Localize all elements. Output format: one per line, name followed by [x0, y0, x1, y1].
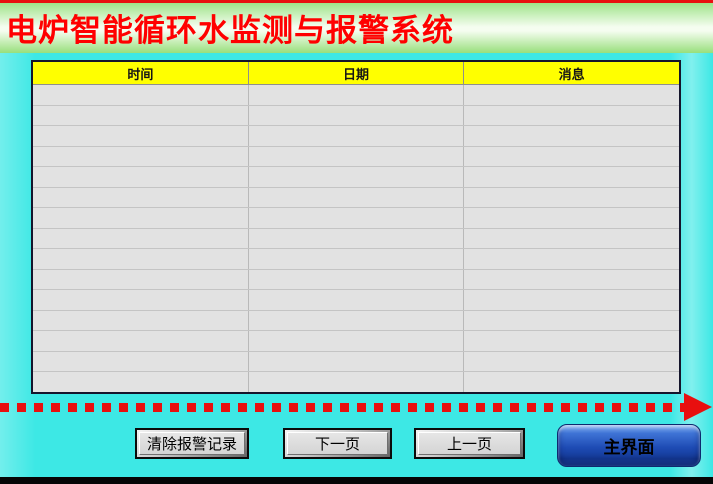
- dashed-line: [0, 403, 684, 412]
- next-page-label: 下一页: [287, 432, 388, 455]
- clear-alarm-records-button[interactable]: 清除报警记录: [135, 428, 249, 459]
- table-row: [33, 166, 679, 187]
- table-cell: [33, 228, 249, 249]
- table-cell: [249, 331, 465, 351]
- table-header-cell: 时间: [33, 62, 249, 84]
- clear-alarm-records-label: 清除报警记录: [139, 432, 245, 455]
- previous-page-label: 上一页: [418, 432, 521, 455]
- table-cell: [464, 147, 679, 167]
- table-row: [33, 350, 679, 372]
- table-cell: [249, 269, 465, 290]
- table-cell: [464, 270, 679, 290]
- table-cell: [33, 85, 249, 105]
- table-row: [33, 125, 679, 146]
- table-cell: [249, 187, 465, 208]
- table-cell: [33, 208, 249, 228]
- table-cell: [33, 126, 249, 146]
- table-cell: [464, 85, 679, 105]
- table-cell: [464, 249, 679, 269]
- table-cell: [464, 352, 679, 372]
- table-row: [33, 207, 679, 228]
- table-cell: [464, 311, 679, 331]
- table-cell: [33, 187, 249, 208]
- bottom-bar: [0, 477, 713, 484]
- table-row: [33, 227, 679, 249]
- page-title: 电炉智能循环水监测与报警系统: [6, 13, 454, 49]
- table-header-cell: 消息: [558, 67, 585, 83]
- table-cell: [464, 290, 679, 310]
- table-cell: [33, 269, 249, 290]
- table-cell: [249, 85, 465, 105]
- table-cell: [464, 167, 679, 187]
- table-row: [33, 268, 679, 290]
- title-banner: 电炉智能循环水监测与报警系统: [0, 0, 713, 53]
- table-cell: [33, 249, 249, 269]
- next-page-button[interactable]: 下一页: [283, 428, 392, 459]
- alarm-screen: 电炉智能循环水监测与报警系统 时间 日期 消息 清除报警记录 下一页 上一页 主界面: [0, 0, 713, 484]
- table-row: [33, 371, 679, 392]
- main-screen-button[interactable]: 主界面: [557, 424, 701, 467]
- table-cell: [33, 290, 249, 310]
- table-cell: [249, 208, 465, 228]
- table-row: [33, 186, 679, 208]
- table-cell: [33, 105, 249, 126]
- table-cell: [249, 310, 465, 331]
- table-cell: [464, 106, 679, 126]
- table-cell: [249, 167, 465, 187]
- table-cell: [249, 351, 465, 372]
- previous-page-button[interactable]: 上一页: [414, 428, 525, 459]
- table-cell: [249, 372, 465, 392]
- table-cell: [33, 331, 249, 351]
- table-body: [33, 85, 679, 392]
- alarm-table: 时间 日期 消息: [31, 60, 681, 394]
- table-cell: [464, 331, 679, 351]
- table-row: [33, 289, 679, 310]
- table-cell: [249, 126, 465, 146]
- table-header-cell: 日期: [249, 62, 465, 84]
- table-row: [33, 104, 679, 126]
- table-cell: [33, 146, 249, 167]
- table-cell: [249, 105, 465, 126]
- table-header-row: 时间 日期 消息: [33, 62, 679, 85]
- table-row: [33, 85, 679, 105]
- table-row: [33, 309, 679, 331]
- table-cell: [33, 351, 249, 372]
- table-cell: [249, 290, 465, 310]
- table-cell: [33, 372, 249, 392]
- table-cell: [464, 208, 679, 228]
- table-cell: [464, 126, 679, 146]
- table-cell: [249, 146, 465, 167]
- table-cell: [33, 310, 249, 331]
- table-cell: [464, 372, 679, 392]
- table-cell: [249, 228, 465, 249]
- table-cell: [33, 167, 249, 187]
- table-cell: [249, 249, 465, 269]
- table-row: [33, 248, 679, 269]
- table-cell: [464, 188, 679, 208]
- table-cell: [464, 229, 679, 249]
- table-row: [33, 330, 679, 351]
- arrow-right-icon: [684, 393, 712, 421]
- table-row: [33, 145, 679, 167]
